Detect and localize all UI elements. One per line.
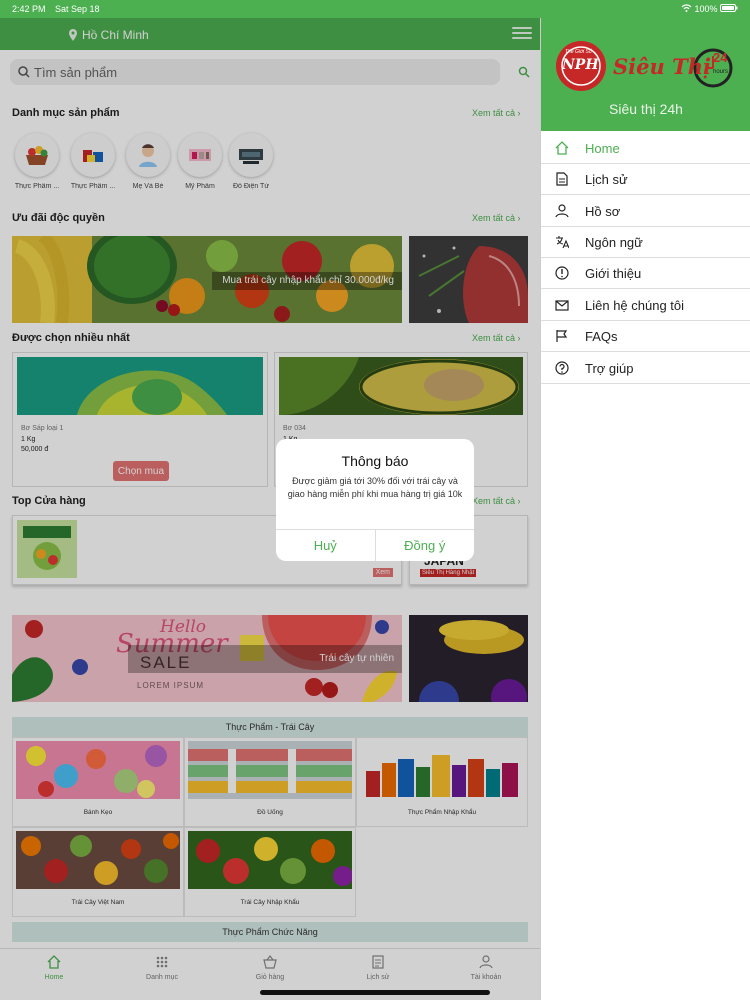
document-icon [556,172,568,186]
logo-badge: NPH [562,57,599,73]
status-bar: 2:42 PM Sat Sep 18 100% [0,0,750,18]
menu-item-help[interactable]: Trợ giúp [541,353,750,384]
side-drawer: Thế Giới Số NPH Siêu Thị 24 hours Siêu t… [540,0,750,1000]
menu-label: Trợ giúp [585,360,634,376]
main-app: Hồ Chí Minh Tìm sản phẩm Danh mục sản ph… [0,0,540,1000]
dialog-title: Thông báo [341,453,409,469]
status-time: 2:42 PM [12,4,46,14]
status-date: Sat Sep 18 [55,4,100,14]
logo-hours: hours [713,69,729,75]
mail-icon [555,300,569,311]
home-indicator [260,990,490,995]
info-icon [555,266,569,280]
menu-label: Ngôn ngữ [585,234,643,250]
menu-item-language[interactable]: Ngôn ngữ [541,227,750,258]
flag-icon [556,330,568,342]
drawer-store-name: Siêu thị 24h [609,101,683,117]
translate-icon [556,236,569,249]
drawer-header: Thế Giới Số NPH Siêu Thị 24 hours Siêu t… [541,18,750,131]
menu-label: Giới thiệu [585,265,642,281]
logo-small-text: Thế Giới Số [565,49,592,55]
dialog-message: Được giảm giá tới 30% đối với trái cây v… [287,476,463,499]
menu-item-about[interactable]: Giới thiệu [541,258,750,289]
menu-label: Lịch sử [585,171,628,187]
menu-item-profile[interactable]: Hồ sơ [541,196,750,227]
menu-item-contact[interactable]: Liên hệ chúng tôi [541,290,750,321]
menu-label: Hồ sơ [585,203,621,219]
cancel-button[interactable]: Huỷ [276,530,376,561]
logo-text: Siêu Thị [613,54,711,79]
battery-icon [720,4,738,12]
menu-label: Liên hệ chúng tôi [585,297,685,313]
home-icon [555,141,569,155]
wifi-icon [681,4,692,12]
menu-item-history[interactable]: Lịch sử [541,164,750,195]
help-icon [555,361,569,375]
menu-item-faqs[interactable]: FAQs [541,321,750,352]
menu-label: FAQs [585,328,618,344]
status-battery: 100% [681,4,738,14]
logo-24: 24 [713,50,728,65]
notification-dialog: Thông báo Được giảm giá tới 30% đối với … [276,439,474,561]
store-logo: Thế Giới Số NPH Siêu Thị 24 hours [555,40,735,92]
menu-item-home[interactable]: Home [541,133,750,164]
menu-label: Home [585,140,620,156]
user-icon [555,204,569,218]
agree-button[interactable]: Đồng ý [376,530,475,561]
